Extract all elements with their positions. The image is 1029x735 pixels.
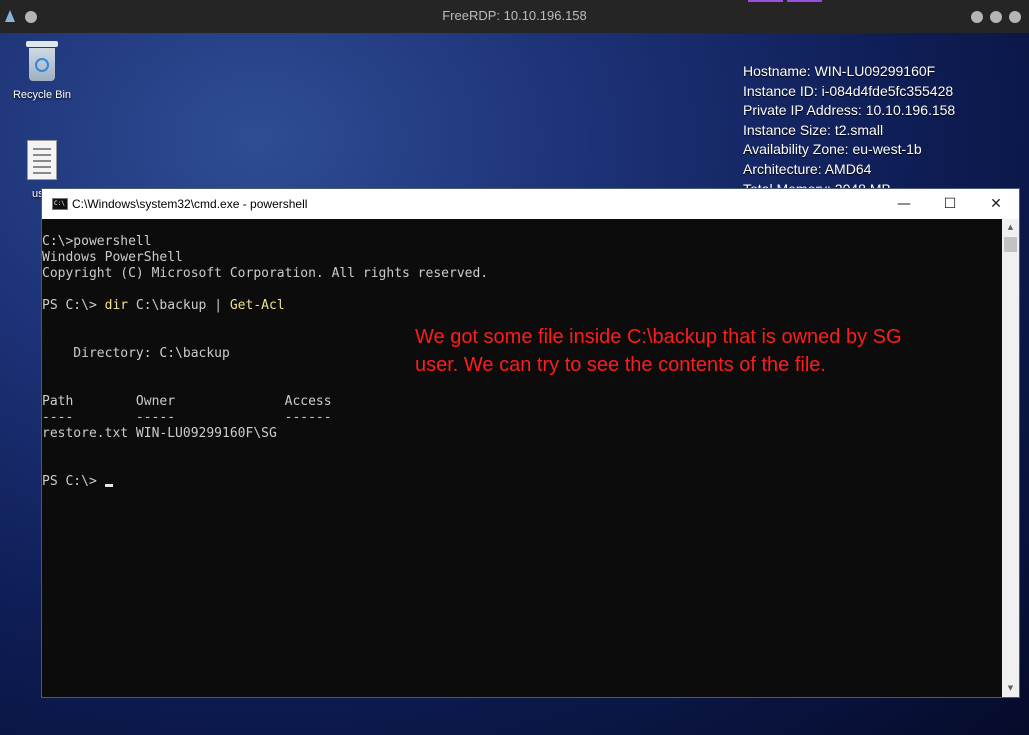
console-prompt: PS C:\>	[42, 474, 105, 489]
cmd-maximize-button[interactable]: ☐	[927, 189, 973, 219]
sysinfo-private-ip: Private IP Address: 10.10.196.158	[743, 102, 956, 119]
cmd-window[interactable]: C:\ C:\Windows\system32\cmd.exe - powers…	[41, 188, 1020, 698]
console-line: Copyright (C) Microsoft Corporation. All…	[42, 266, 489, 281]
accent-strip	[748, 0, 783, 2]
cmd-close-button[interactable]: ✕	[973, 189, 1019, 219]
cmd-title: C:\Windows\system32\cmd.exe - powershell	[72, 197, 308, 211]
scroll-up-icon[interactable]: ▲	[1002, 219, 1019, 236]
table-row: restore.txt WIN-LU09299160F\SG	[42, 426, 277, 441]
sysinfo-instance-id: Instance ID: i-084d4fde5fc355428	[743, 82, 954, 99]
directory-line: Directory: C:\backup	[42, 346, 230, 361]
rdp-title-bar: FreeRDP: 10.10.196.158	[0, 0, 1029, 33]
system-info-overlay: Hostname: WIN-LU09299160F Instance ID: i…	[743, 62, 955, 199]
desktop-icon-label: Recycle Bin	[12, 89, 72, 101]
console-output[interactable]: C:\>powershell Windows PowerShell Copyri…	[42, 219, 1002, 697]
minimize-button[interactable]	[971, 11, 983, 23]
remote-desktop: Recycle Bin us Hostname: WIN-LU09299160F…	[0, 33, 1029, 735]
sysinfo-instance-size: Instance Size: t2.small	[743, 121, 884, 138]
command-keyword: dir	[104, 298, 129, 313]
cmd-title-bar[interactable]: C:\ C:\Windows\system32\cmd.exe - powers…	[42, 189, 1019, 219]
command-keyword: Get-Acl	[229, 298, 285, 313]
cmd-minimize-button[interactable]: —	[881, 189, 927, 219]
window-title: FreeRDP: 10.10.196.158	[442, 8, 587, 23]
cmd-icon: C:\	[52, 198, 68, 210]
recycle-bin-icon	[26, 41, 58, 81]
command-argument: C:\backup |	[128, 298, 230, 313]
table-header: Path Owner Access	[42, 394, 332, 409]
desktop-icon-recycle-bin[interactable]: Recycle Bin	[6, 41, 78, 101]
sysinfo-availability-zone: Availability Zone: eu-west-1b	[743, 141, 922, 158]
scrollbar-thumb[interactable]	[1004, 237, 1017, 252]
close-button[interactable]	[1009, 11, 1021, 23]
sysinfo-architecture: Architecture: AMD64	[743, 160, 872, 177]
text-cursor	[104, 484, 113, 487]
scroll-down-icon[interactable]: ▼	[1002, 680, 1019, 697]
accent-strip	[787, 0, 822, 2]
maximize-button[interactable]	[990, 11, 1002, 23]
console-prompt: PS C:\>	[42, 298, 105, 313]
vertical-scrollbar[interactable]: ▲ ▼	[1002, 219, 1019, 697]
console-line: Windows PowerShell	[42, 250, 183, 265]
sysinfo-hostname: Hostname: WIN-LU09299160F	[743, 63, 936, 79]
console-line: C:\>powershell	[42, 234, 152, 249]
document-icon	[27, 140, 57, 180]
table-separator: ---- ----- ------	[42, 410, 332, 425]
annotation-note: We got some file inside C:\backup that i…	[415, 326, 902, 376]
